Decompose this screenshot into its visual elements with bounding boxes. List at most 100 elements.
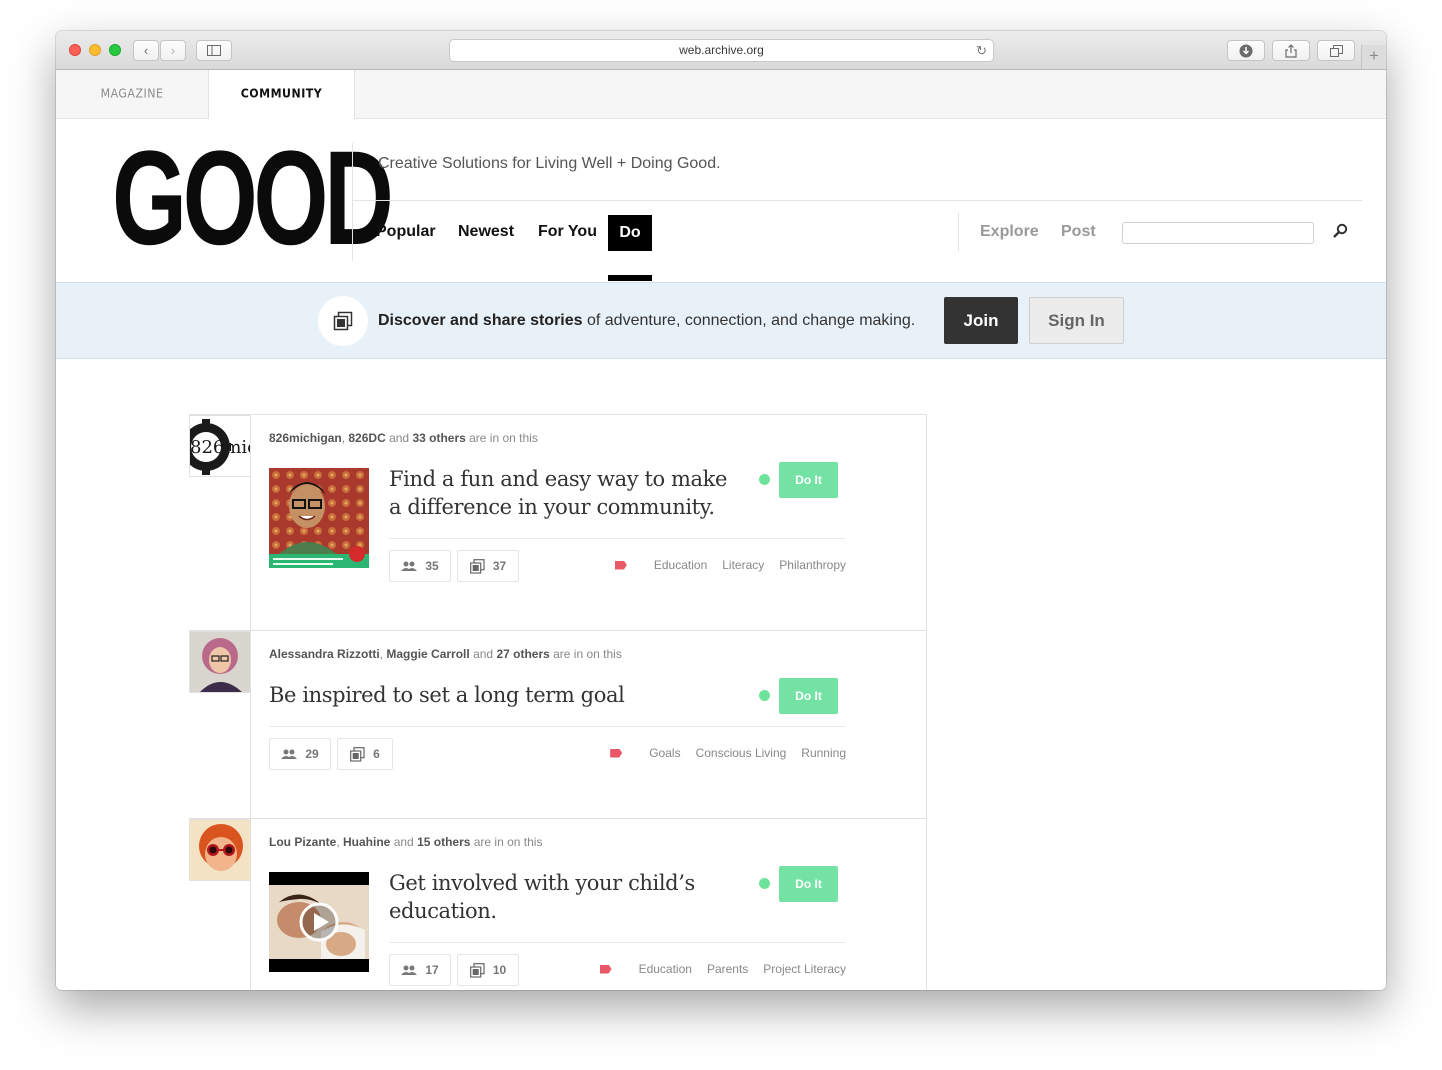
participants-and: and — [385, 431, 413, 445]
banner-bold-text: Discover and share stories — [378, 312, 583, 329]
tag-link[interactable]: Project Literacy — [763, 962, 846, 976]
status-dot — [759, 690, 770, 701]
close-window-button[interactable] — [69, 44, 81, 56]
post-link[interactable]: Post — [1061, 223, 1096, 241]
stories-icon — [318, 296, 368, 346]
search-input[interactable] — [1122, 222, 1314, 244]
participants-and: and — [390, 835, 418, 849]
browser-toolbar: ‹ › web.archive.org ↻ + — [56, 31, 1386, 70]
zoom-window-button[interactable] — [109, 44, 121, 56]
stories-icon — [469, 962, 485, 978]
do-it-button[interactable]: Do It — [779, 678, 838, 714]
tagline: Creative Solutions for Living Well + Doi… — [378, 155, 721, 172]
do-stream: 826michi 826michigan, 826DC and 33 other… — [189, 414, 927, 990]
stories-count[interactable]: 10 — [457, 954, 519, 986]
sign-in-button[interactable]: Sign In — [1029, 297, 1124, 344]
sidebar-icon — [207, 45, 221, 56]
members-value: 35 — [425, 559, 439, 573]
members-count[interactable]: 35 — [389, 550, 451, 582]
video-thumbnail[interactable] — [269, 872, 369, 972]
stories-value: 37 — [492, 559, 507, 573]
tag-link[interactable]: Philanthropy — [779, 558, 846, 572]
tag-link[interactable]: Education — [639, 962, 692, 976]
tag-link[interactable]: Literacy — [722, 558, 764, 572]
new-tab-button[interactable]: + — [1361, 45, 1386, 69]
sidebar-toggle-button[interactable] — [196, 40, 232, 61]
header-rule — [353, 200, 1362, 201]
good-logo[interactable]: GOOD — [112, 132, 394, 266]
stories-icon — [350, 746, 365, 762]
do-it-button[interactable]: Do It — [779, 462, 838, 498]
participant-link[interactable]: Maggie Carroll — [386, 647, 469, 661]
chevron-right-icon: › — [170, 43, 176, 58]
action-card: 826michi 826michigan, 826DC and 33 other… — [189, 415, 926, 631]
participant-link[interactable]: 826DC — [348, 431, 385, 445]
participant-link[interactable]: Lou Pizante — [269, 835, 336, 849]
forward-button[interactable]: › — [160, 40, 186, 61]
others-link[interactable]: 27 others — [496, 647, 549, 661]
do-it-button[interactable]: Do It — [779, 866, 838, 902]
members-count[interactable]: 29 — [269, 738, 331, 770]
nav-do[interactable]: Do — [608, 215, 652, 251]
tabs-overview-button[interactable] — [1317, 40, 1355, 61]
members-value: 17 — [425, 963, 439, 977]
action-title[interactable]: Get involved with your child’s education… — [389, 869, 729, 925]
browser-window: ‹ › web.archive.org ↻ + MAGAZINE COMMUNI… — [56, 31, 1386, 990]
participant-link[interactable]: Alessandra Rizzotti — [269, 647, 380, 661]
back-button[interactable]: ‹ — [133, 40, 159, 61]
share-icon — [1285, 43, 1297, 58]
participant-link[interactable]: Huahine — [343, 835, 390, 849]
downloads-button[interactable] — [1227, 40, 1265, 61]
search-icon[interactable] — [1332, 223, 1348, 244]
stories-icon — [469, 558, 485, 574]
page-content: MAGAZINE COMMUNITY GOOD Creative Solutio… — [56, 70, 1386, 990]
address-bar[interactable]: web.archive.org ↻ — [449, 39, 994, 62]
tab-community[interactable]: COMMUNITY — [208, 70, 355, 123]
site-header: GOOD Creative Solutions for Living Well … — [56, 119, 1386, 282]
tag-list: Goals Conscious Living Running — [610, 746, 846, 760]
avatar[interactable] — [189, 631, 251, 693]
avatar[interactable]: 826michi — [189, 415, 251, 477]
avatar-logo-text: 826michi — [190, 437, 251, 458]
participants-line: 826michigan, 826DC and 33 others are in … — [269, 431, 538, 445]
tag-icon — [599, 964, 612, 974]
action-card: Lou Pizante, Huahine and 15 others are i… — [189, 819, 926, 990]
others-link[interactable]: 15 others — [417, 835, 470, 849]
tag-icon — [610, 748, 623, 758]
nav-newest[interactable]: Newest — [458, 223, 514, 241]
join-button[interactable]: Join — [944, 297, 1018, 344]
nav-popular[interactable]: Popular — [376, 223, 436, 241]
minimize-window-button[interactable] — [89, 44, 101, 56]
status-dot — [759, 474, 770, 485]
people-icon — [401, 561, 418, 571]
participant-link[interactable]: 826michigan — [269, 431, 342, 445]
action-title[interactable]: Be inspired to set a long term goal — [269, 681, 669, 709]
stories-count[interactable]: 37 — [457, 550, 519, 582]
url-text: web.archive.org — [679, 43, 764, 57]
tabs-icon — [1329, 44, 1343, 57]
download-icon — [1239, 44, 1253, 57]
share-button[interactable] — [1272, 40, 1310, 61]
others-link[interactable]: 33 others — [412, 431, 465, 445]
card-rule — [389, 538, 845, 539]
participants-and: and — [469, 647, 497, 661]
stories-count[interactable]: 6 — [337, 738, 393, 770]
banner-rest-text: of adventure, connection, and change mak… — [582, 312, 916, 329]
action-thumbnail[interactable] — [269, 468, 369, 568]
tag-link[interactable]: Goals — [649, 746, 680, 760]
nav-for-you[interactable]: For You — [538, 223, 597, 241]
members-count[interactable]: 17 — [389, 954, 451, 986]
tag-link[interactable]: Running — [801, 746, 846, 760]
tab-magazine[interactable]: MAGAZINE — [56, 70, 208, 123]
participants-tail: are in on this — [465, 431, 538, 445]
reload-icon[interactable]: ↻ — [976, 40, 987, 61]
play-icon[interactable] — [299, 902, 339, 942]
banner-text: Discover and share stories of adventure,… — [378, 312, 915, 330]
tag-link[interactable]: Parents — [707, 962, 748, 976]
tag-link[interactable]: Education — [654, 558, 707, 572]
tag-link[interactable]: Conscious Living — [696, 746, 787, 760]
avatar[interactable] — [189, 819, 251, 881]
explore-link[interactable]: Explore — [980, 223, 1039, 241]
action-title[interactable]: Find a fun and easy way to make a differ… — [389, 465, 729, 521]
action-card: Alessandra Rizzotti, Maggie Carroll and … — [189, 631, 926, 819]
